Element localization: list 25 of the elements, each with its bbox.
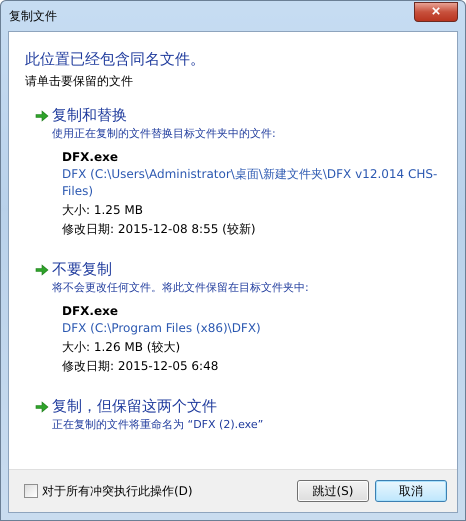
arrow-icon [35, 400, 49, 412]
file-date: 修改日期: 2015-12-05 6:48 [62, 358, 220, 375]
checkbox[interactable] [24, 484, 38, 498]
option-title[interactable]: 不要复制 [52, 260, 112, 279]
window-title: 复制文件 [8, 8, 57, 24]
dialog-button[interactable]: 跳过(S) [297, 480, 369, 502]
file-size: 大小: 1.25 MB [62, 202, 144, 219]
close-button[interactable]: × [414, 2, 458, 22]
option-description: 使用正在复制的文件替换目标文件夹中的文件: [52, 126, 277, 141]
file-date: 修改日期: 2015-12-08 8:55 (较新) [62, 221, 257, 238]
option-title[interactable]: 复制，但保留这两个文件 [52, 397, 217, 416]
arrow-icon [35, 110, 49, 122]
instruction-text: 请单击要保留的文件 [25, 73, 134, 90]
dialog-heading: 此位置已经包含同名文件。 [25, 50, 206, 69]
option-title[interactable]: 复制和替换 [52, 106, 127, 125]
dialog-button[interactable]: 取消 [375, 480, 447, 502]
option-description: 将不会更改任何文件。将此文件保留在目标文件夹中: [52, 280, 310, 295]
file-path: DFX (C:\Program Files (x86)\DFX) [62, 320, 262, 337]
file-path: DFX (C:\Users\Administrator\桌面\新建文件夹\DFX v12.014 CHS-Files) [62, 166, 438, 200]
arrow-icon [35, 264, 49, 276]
file-name: DFX.exe [62, 150, 119, 164]
option-description: 正在复制的文件将重命名为 “DFX (2).exe” [52, 417, 264, 432]
file-name: DFX.exe [62, 304, 119, 318]
file-size: 大小: 1.26 MB (较大) [62, 339, 182, 356]
checkbox-label: 对于所有冲突执行此操作(D) [42, 482, 193, 500]
